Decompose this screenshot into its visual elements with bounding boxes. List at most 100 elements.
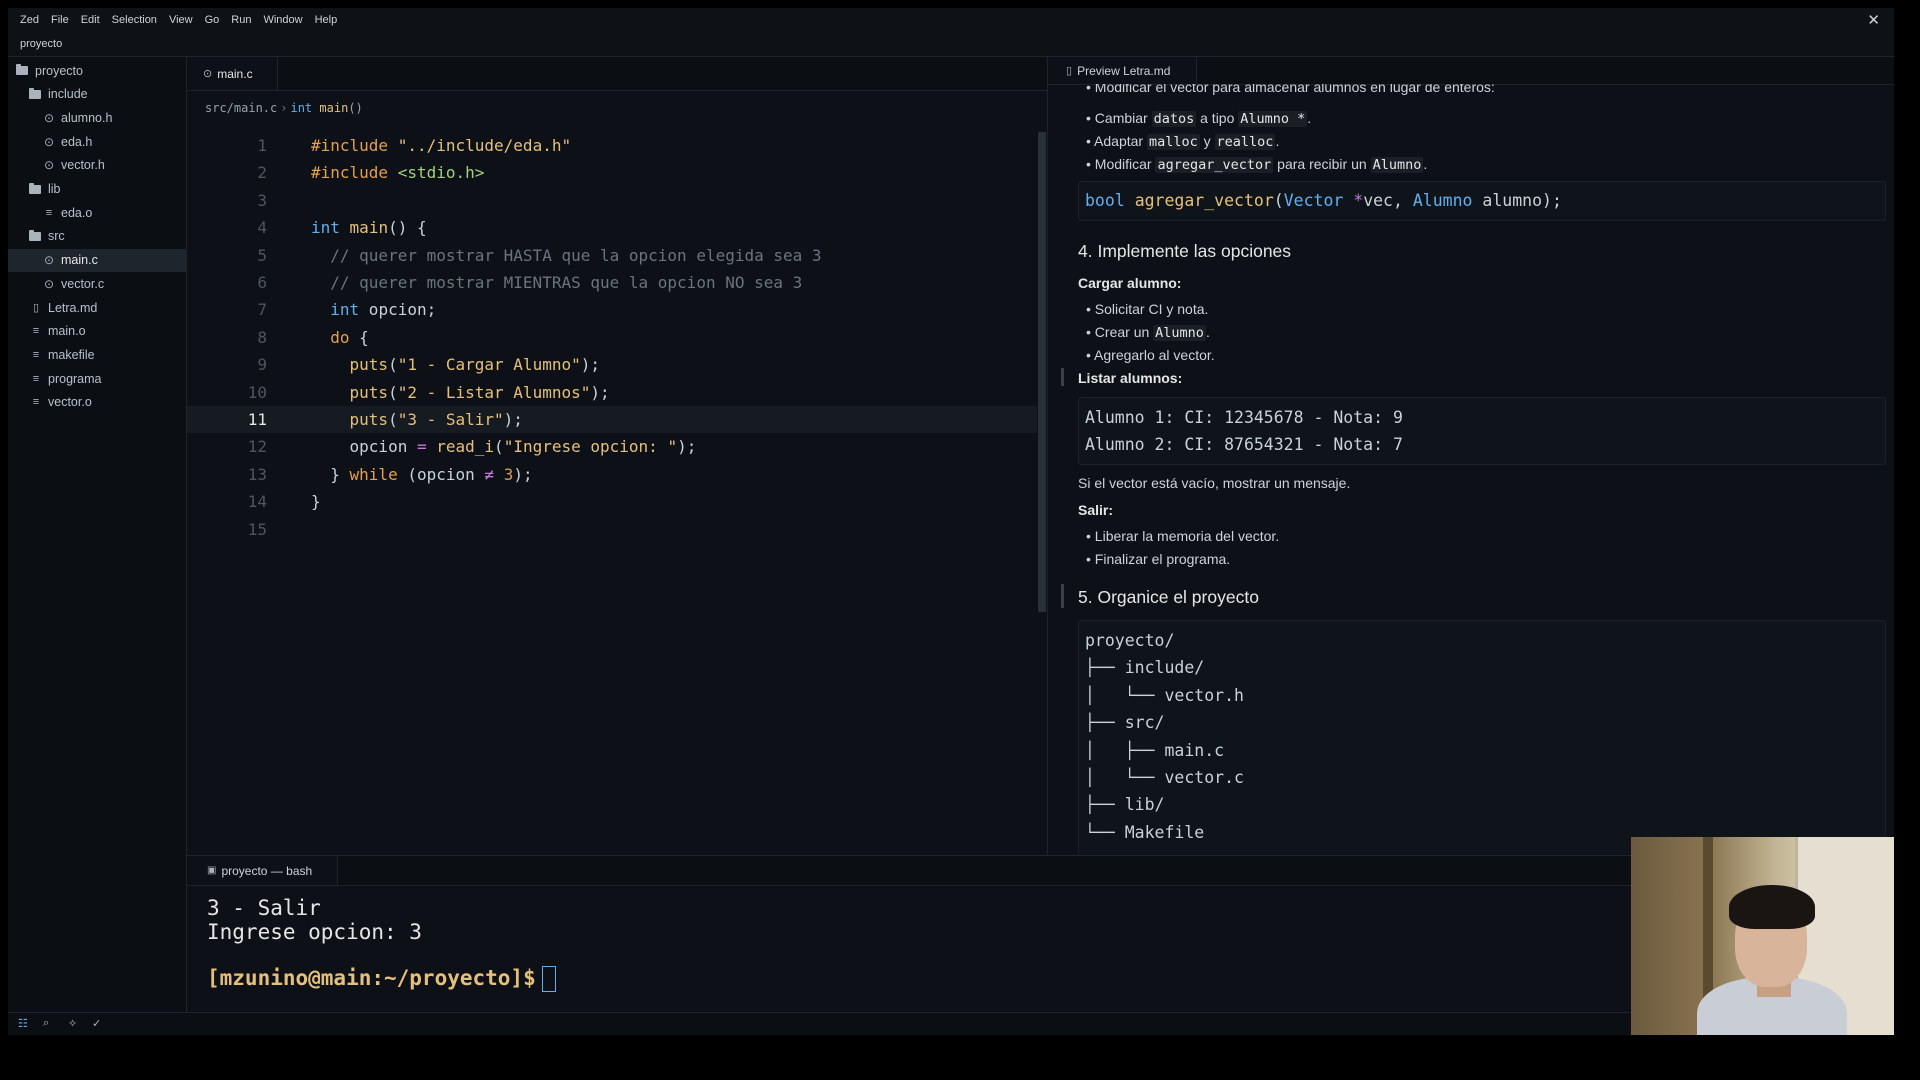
sidebar-item-makefile[interactable]: ≡ makefile bbox=[8, 343, 186, 366]
c-file-icon: ⊙ bbox=[43, 110, 55, 125]
code-line: │ └── vector.c bbox=[1085, 768, 1244, 787]
code-line[interactable]: 2 #include <stdio.h> bbox=[187, 159, 1037, 186]
ai-icon[interactable]: ✧ bbox=[68, 1017, 77, 1030]
breadcrumb-path: src/main.c bbox=[205, 101, 278, 115]
line-number: 8 bbox=[257, 327, 267, 347]
code-text: do { bbox=[311, 324, 369, 351]
menu-selection[interactable]: Selection bbox=[106, 14, 163, 26]
code-token: ( bbox=[388, 355, 398, 375]
sidebar-item-alumno-h[interactable]: ⊙ alumno.h bbox=[8, 106, 186, 129]
code-text: } while (opcion ≠ 3); bbox=[311, 461, 532, 488]
inline-text: Agregarlo al vector. bbox=[1094, 347, 1215, 363]
book-icon: ▯ bbox=[1066, 65, 1073, 77]
sidebar-item-label: src bbox=[48, 229, 65, 244]
close-icon[interactable]: ✕ bbox=[1867, 11, 1880, 29]
menu-run[interactable]: Run bbox=[225, 14, 257, 26]
project-panel-icon[interactable]: ☷ bbox=[18, 1017, 28, 1030]
code-line[interactable]: 6 // querer mostrar MIENTRAS que la opci… bbox=[187, 269, 1037, 296]
terminal-prompt-line[interactable]: [mzunino@main:~/proyecto]$ bbox=[207, 966, 556, 992]
code-line[interactable]: 8 do { bbox=[187, 324, 1037, 351]
menu-bar: Zed File Edit Selection View Go Run Wind… bbox=[8, 8, 1894, 32]
label-cargar: Cargar alumno: bbox=[1078, 275, 1182, 291]
sidebar-item-eda-o[interactable]: ≡ eda.o bbox=[8, 201, 186, 224]
line-number: 14 bbox=[247, 492, 267, 512]
editor-scrollbar[interactable] bbox=[1038, 132, 1046, 612]
sidebar-item-vector-c[interactable]: ⊙ vector.c bbox=[8, 272, 186, 295]
line-number: 12 bbox=[247, 437, 267, 457]
sidebar-item-lib[interactable]: lib bbox=[8, 178, 186, 201]
code-token: <stdio.h> bbox=[397, 163, 485, 183]
sidebar-item-eda-h[interactable]: ⊙ eda.h bbox=[8, 130, 186, 153]
code-line[interactable]: 9 puts("1 - Cargar Alumno"); bbox=[187, 351, 1037, 378]
code-token: Alumno bbox=[1412, 191, 1473, 210]
sidebar-item-main-o[interactable]: ≡ main.o bbox=[8, 320, 186, 343]
sidebar-item-src[interactable]: src bbox=[8, 225, 186, 248]
search-icon[interactable]: ⌕ bbox=[43, 1017, 49, 1030]
inline-text: para recibir un bbox=[1273, 156, 1371, 172]
code-line[interactable]: 5 // querer mostrar HASTA que la opcion … bbox=[187, 242, 1037, 269]
code-token: ); bbox=[503, 410, 523, 429]
line-number: 3 bbox=[257, 190, 267, 210]
code-line[interactable]: 11 puts("3 - Salir"); bbox=[187, 406, 1037, 433]
preview-list-item: Liberar la memoria del vector. bbox=[1086, 528, 1279, 544]
code-line[interactable]: 7 int opcion; bbox=[187, 296, 1037, 323]
code-editor: ⊙ main.c src/main.c › int main() 1 #include… bbox=[187, 57, 1047, 854]
preview-list-item: Solicitar CI y nota. bbox=[1086, 301, 1209, 317]
heading-options: 4. Implemente las opciones bbox=[1078, 241, 1292, 261]
inline-code: realloc bbox=[1214, 134, 1276, 150]
code-line[interactable]: 12 opcion = read_i("Ingrese opcion: "); bbox=[187, 433, 1037, 460]
breadcrumb[interactable]: src/main.c › int main() bbox=[205, 101, 363, 115]
tab-label: proyecto — bash bbox=[221, 863, 313, 878]
inline-text: Cambiar bbox=[1094, 110, 1152, 126]
menu-zed[interactable]: Zed bbox=[8, 14, 45, 26]
sidebar-item-programa[interactable]: ≡ programa bbox=[8, 367, 186, 390]
sidebar-item-vector-h[interactable]: ⊙ vector.h bbox=[8, 154, 186, 177]
menu-help[interactable]: Help bbox=[309, 14, 344, 26]
sidebar-item-proyecto[interactable]: proyecto bbox=[8, 59, 186, 82]
terminal-icon: ▣ bbox=[207, 865, 217, 876]
code-line[interactable]: 4 int main() { bbox=[187, 214, 1037, 241]
line-number: 9 bbox=[257, 355, 267, 375]
folder-icon bbox=[16, 64, 28, 75]
code-token: ≠ bbox=[484, 464, 495, 484]
inline-text: . bbox=[1307, 110, 1312, 126]
project-title[interactable]: proyecto bbox=[20, 38, 62, 50]
inline-code: Alumno bbox=[1370, 157, 1424, 173]
check-icon[interactable]: ✓ bbox=[92, 1017, 101, 1030]
sidebar-item-letra-md[interactable]: ▯ Letra.md bbox=[8, 296, 186, 319]
menu-file[interactable]: File bbox=[45, 14, 75, 26]
tab-terminal[interactable]: ▣ proyecto — bash bbox=[189, 856, 338, 885]
code-line[interactable]: 13 } while (opcion ≠ 3); bbox=[187, 461, 1037, 488]
tab-preview-letra[interactable]: ▯ Preview Letra.md bbox=[1048, 57, 1197, 84]
tab-main-c[interactable]: ⊙ main.c bbox=[189, 57, 278, 90]
line-number: 1 bbox=[257, 136, 267, 155]
code-text: puts("1 - Cargar Alumno"); bbox=[311, 351, 600, 378]
menu-window[interactable]: Window bbox=[257, 14, 308, 26]
code-line[interactable]: 10 puts("2 - Listar Alumnos"); bbox=[187, 379, 1037, 406]
menu-edit[interactable]: Edit bbox=[75, 14, 106, 26]
code-token: int bbox=[311, 218, 340, 238]
code-line[interactable]: 14} bbox=[187, 488, 1037, 515]
sidebar-item-include[interactable]: include bbox=[8, 83, 186, 106]
sidebar-item-vector-o[interactable]: ≡ vector.o bbox=[8, 391, 186, 414]
code-line[interactable]: 3 bbox=[187, 187, 1037, 214]
zed-window: Zed File Edit Selection View Go Run Wind… bbox=[8, 8, 1894, 1035]
code-line: bool agregar_vector(Vector *vec, Alumno … bbox=[1085, 187, 1562, 214]
terminal-line: Ingrese opcion: 3 bbox=[207, 920, 422, 944]
code-token: ); bbox=[590, 382, 610, 402]
sidebar-item-main-c[interactable]: ⊙ main.c bbox=[8, 248, 186, 272]
terminal-prompt: [mzunino@main:~/proyecto]$ bbox=[207, 966, 536, 990]
folder-icon bbox=[29, 182, 41, 194]
label-salir: Salir: bbox=[1078, 502, 1114, 518]
code-token: puts bbox=[349, 410, 389, 429]
code-line: │ └── vector.h bbox=[1085, 685, 1244, 705]
menu-go[interactable]: Go bbox=[199, 14, 226, 26]
code-line[interactable]: 1 #include "../include/eda.h" bbox=[187, 132, 1037, 159]
file-icon: ≡ bbox=[32, 396, 40, 409]
code-line[interactable]: 15 bbox=[187, 516, 1037, 543]
menu-view[interactable]: View bbox=[163, 14, 199, 26]
tab-label: Preview Letra.md bbox=[1077, 63, 1171, 78]
sidebar-item-label: eda.h bbox=[61, 134, 93, 149]
